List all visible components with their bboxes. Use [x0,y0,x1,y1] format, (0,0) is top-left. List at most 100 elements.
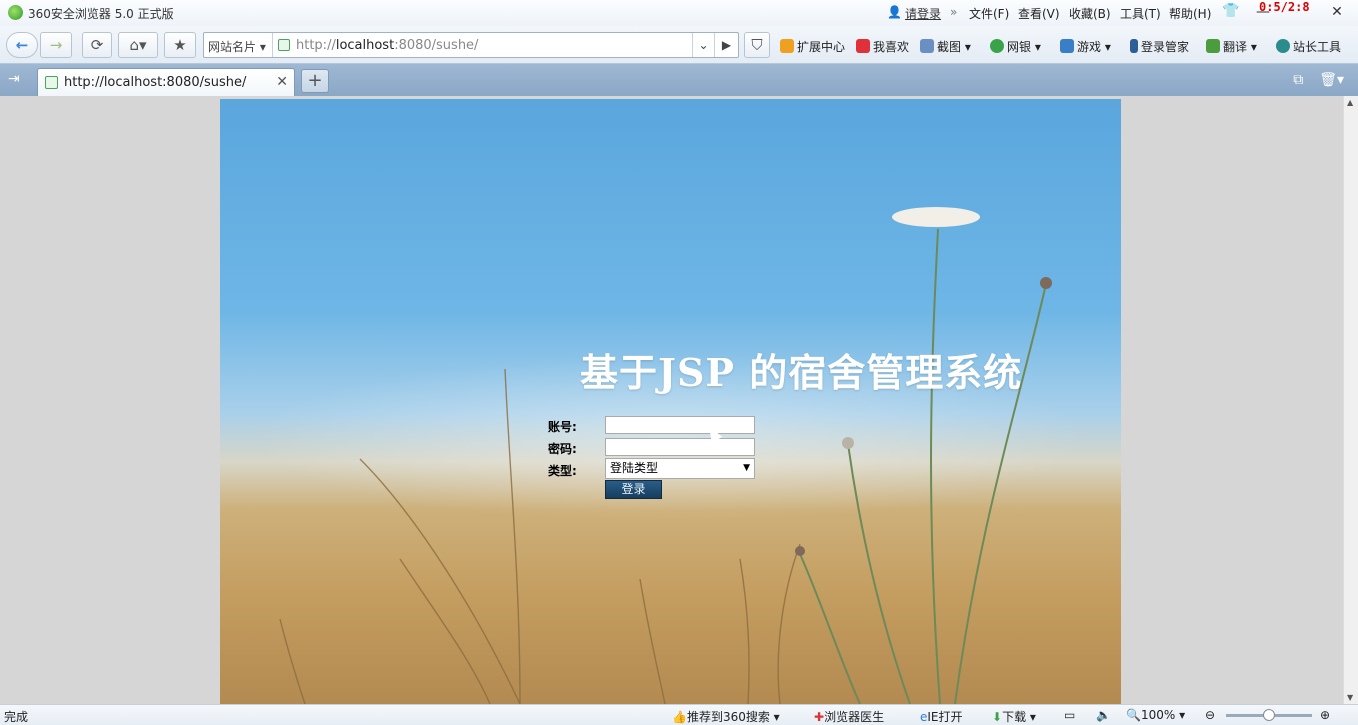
grass-stem [639,578,666,704]
shield-icon[interactable]: ⛉ [744,32,770,58]
medical-icon: ✚ [814,710,825,724]
chevron-down-icon[interactable]: ⌄ [692,33,714,57]
plant-stem [930,228,941,704]
bank-icon [990,39,1004,53]
tab-tools: ⧉ 🗑▾ [1293,72,1344,88]
vertical-scrollbar[interactable]: ▲ ▼ [1343,96,1358,704]
extensions-icon [780,39,794,53]
zoom-control[interactable]: 🔍100% ▾ [1126,708,1185,722]
open-in-ie[interactable]: eIE打开 [920,708,963,725]
tab-active[interactable]: http://localhost:8080/sushe/ ✕ [37,68,295,96]
grass-stem [359,458,521,704]
page-title: 基于JSP 的宿舍管理系统 [580,350,1023,395]
toolbar-games[interactable]: 游戏 ▾ [1060,38,1111,55]
type-label: 类型: [548,464,577,478]
tab-title: http://localhost:8080/sushe/ [64,75,247,90]
status-text: 完成 [4,710,29,724]
menu-tools[interactable]: 工具(T) [1120,5,1161,22]
toolbar-translate[interactable]: 翻译 ▾ [1206,38,1257,55]
clock-readout: 0:5/2:8 [1259,0,1310,14]
key-icon [1130,39,1138,53]
thumb-icon: 👍 [672,710,687,724]
restore-tabs-icon[interactable]: ⧉ [1293,72,1303,88]
go-icon[interactable]: ▶ [714,33,738,57]
favorite-star-button[interactable]: ★ [164,32,196,58]
heart-icon [856,39,870,53]
seed-head [842,437,854,449]
title-bar: 360安全浏览器 5.0 正式版 👤 请登录 » 文件(F) 查看(V) 收藏(… [0,0,1358,26]
new-tab-button[interactable]: + [301,69,329,93]
browser-logo-icon [8,5,23,20]
close-window-icon[interactable]: ✕ [1326,3,1348,21]
account-label: 账号: [548,420,577,434]
magnifier-icon: 🔍 [1126,708,1141,722]
grass-stem [279,618,306,704]
user-icon: 👤 [887,5,902,19]
window-title: 360安全浏览器 5.0 正式版 [28,7,174,21]
plant-stem [847,443,911,704]
zoom-in-icon[interactable]: ⊕ [1320,708,1330,722]
page-content [0,96,1343,704]
url-text[interactable]: http://localhost:8080/sushe/ [296,38,478,53]
zoom-out-icon[interactable]: ⊖ [1205,708,1215,722]
flower-head [892,207,980,227]
seed-head [1040,277,1052,289]
recommend-360-search[interactable]: 👍推荐到360搜索 ▾ [672,708,780,725]
account-input[interactable] [605,416,755,434]
meadow-plants-illustration [279,207,1052,704]
login-type-selected: 登陆类型 [610,461,659,475]
window-layout-icon[interactable]: ▭ [1064,708,1075,722]
plant-stem [799,553,861,704]
password-input[interactable] [605,438,755,456]
menu-file[interactable]: 文件(F) [969,5,1009,22]
toolbar-screenshot[interactable]: 截图 ▾ [920,38,971,55]
browser-doctor[interactable]: ✚浏览器医生 [814,708,884,725]
site-card-dropdown[interactable]: 网站名片 ▾ [208,38,266,55]
skin-icon[interactable]: 👕 [1222,3,1239,19]
forward-button[interactable]: → [40,32,72,58]
refresh-button[interactable]: ⟳ [82,32,112,58]
download-arrow-icon: ⬇ [992,710,1003,724]
scissors-icon [920,39,934,53]
address-bar[interactable]: 网站名片 ▾ http://localhost:8080/sushe/ ⌄ ▶ [203,32,739,58]
login-type-select[interactable]: 登陆类型 ▼ [605,458,755,479]
grass-stem [504,368,521,704]
menu-favorites[interactable]: 收藏(B) [1069,5,1111,22]
toolbar-webmaster[interactable]: 站长工具 [1276,38,1341,55]
grass-stem [739,558,750,704]
menu-help[interactable]: 帮助(H) [1169,5,1211,22]
login-button[interactable]: 登录 [605,480,662,499]
back-button[interactable]: ← [6,32,38,58]
toolbar-login-manager[interactable]: 登录管家 [1130,38,1189,55]
toolbar-like[interactable]: 我喜欢 [856,38,909,55]
background-photo [220,99,1121,704]
divider [272,33,273,57]
webmaster-icon [1276,39,1290,53]
page-icon [45,76,58,89]
close-tab-icon[interactable]: ✕ [276,74,288,90]
sidebar-toggle-icon[interactable]: ⇥ [8,71,20,87]
home-button[interactable]: ⌂▾ [118,32,158,58]
password-label: 密码: [548,442,577,456]
gamepad-icon [1060,39,1074,53]
translate-icon [1206,39,1220,53]
more-arrows-icon[interactable]: » [950,5,957,19]
scroll-up-icon[interactable]: ▲ [1347,98,1353,107]
navigation-bar: ← → ⟳ ⌂▾ ★ 网站名片 ▾ http://localhost:8080/… [0,26,1358,64]
download-button[interactable]: ⬇下载 ▾ [992,708,1036,725]
status-bar: 完成 👍推荐到360搜索 ▾ ✚浏览器医生 eIE打开 ⬇下载 ▾ ▭ 🔈 🔍1… [0,704,1358,725]
zoom-slider-handle[interactable] [1263,709,1275,721]
speaker-icon[interactable]: 🔈 [1096,708,1111,722]
trash-icon[interactable]: 🗑▾ [1319,72,1344,88]
toolbar-extensions[interactable]: 扩展中心 [780,38,845,55]
page-icon [278,39,290,51]
grass-stem [399,558,491,704]
chevron-down-icon: ▼ [743,463,750,473]
grass-stem [777,543,801,704]
toolbar-ebank[interactable]: 网银 ▾ [990,38,1041,55]
seed-head [795,546,805,556]
menu-view[interactable]: 查看(V) [1018,5,1060,22]
scroll-down-icon[interactable]: ▼ [1347,693,1353,702]
login-link[interactable]: 请登录 [905,5,941,22]
tab-bar: ⇥ http://localhost:8080/sushe/ ✕ + ⧉ 🗑▾ [0,64,1358,96]
